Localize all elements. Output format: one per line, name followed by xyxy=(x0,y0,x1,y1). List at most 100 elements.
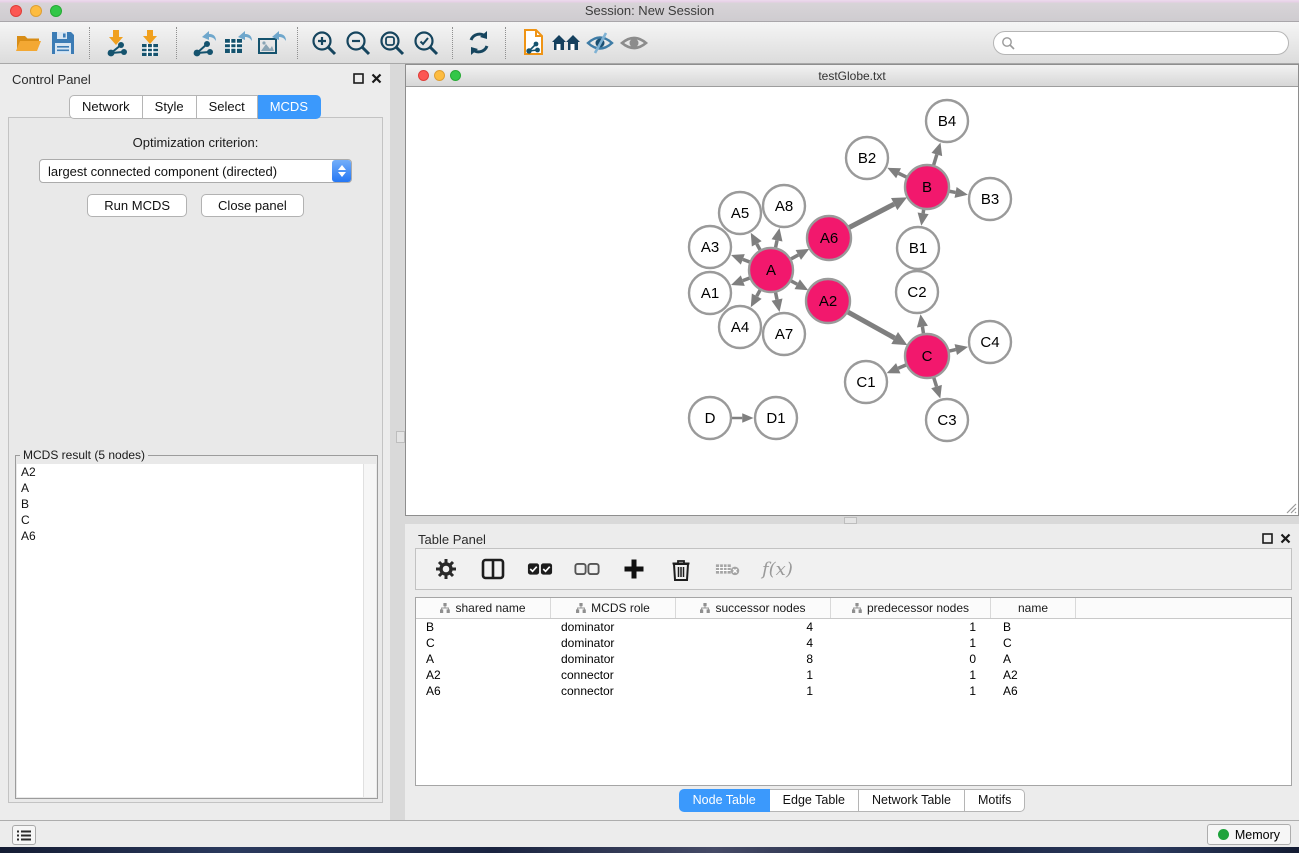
table-cell: 4 xyxy=(676,619,831,635)
result-scrollbar[interactable] xyxy=(363,464,376,797)
table-row[interactable]: Cdominator41C xyxy=(416,635,1291,651)
control-panel-title: Control Panel xyxy=(12,72,91,87)
run-mcds-button[interactable]: Run MCDS xyxy=(87,194,187,217)
mcds-result-title: MCDS result (5 nodes) xyxy=(20,448,148,462)
node-label-A6: A6 xyxy=(820,230,838,247)
export-network-button[interactable] xyxy=(186,27,220,59)
memory-button[interactable]: Memory xyxy=(1207,824,1291,845)
tab-motifs[interactable]: Motifs xyxy=(965,789,1025,812)
search-input[interactable] xyxy=(1019,34,1288,52)
toolbar-separator xyxy=(505,27,506,59)
status-bar: Memory xyxy=(0,820,1299,847)
hide-selected-button[interactable] xyxy=(583,27,617,59)
function-builder-button[interactable]: f(x) xyxy=(762,556,793,582)
save-session-button[interactable] xyxy=(46,27,80,59)
column-header-successor-nodes[interactable]: successor nodes xyxy=(676,598,831,618)
table-cell: dominator xyxy=(551,635,676,651)
open-file-button[interactable] xyxy=(12,27,46,59)
node-label-A3: A3 xyxy=(701,239,719,256)
edge-A6-B[interactable] xyxy=(847,204,894,229)
table-row[interactable]: Adominator80A xyxy=(416,651,1291,667)
node-label-C4: C4 xyxy=(980,334,999,351)
horizontal-splitter-grip[interactable] xyxy=(844,517,857,524)
network-from-selection-button[interactable] xyxy=(515,27,549,59)
delete-columns-button[interactable] xyxy=(668,556,694,582)
optimization-criterion-select[interactable]: largest connected component (directed) xyxy=(39,159,352,183)
node-label-B3: B3 xyxy=(981,191,999,208)
zoom-in-button[interactable] xyxy=(307,27,341,59)
edge-arrowhead xyxy=(772,299,783,312)
column-header-shared-name[interactable]: shared name xyxy=(416,598,551,618)
node-label-A2: A2 xyxy=(819,293,837,310)
result-list-item[interactable]: A xyxy=(17,480,376,496)
zoom-fit-icon xyxy=(378,29,406,57)
table-row[interactable]: Bdominator41B xyxy=(416,619,1291,635)
result-list-item[interactable]: A2 xyxy=(17,464,376,480)
show-all-button[interactable] xyxy=(617,27,651,59)
table-cell: 8 xyxy=(676,651,831,667)
import-network-icon xyxy=(102,29,130,57)
optimization-criterion-label: Optimization criterion: xyxy=(9,135,382,150)
node-label-A5: A5 xyxy=(731,205,749,222)
tab-network-table[interactable]: Network Table xyxy=(859,789,965,812)
close-panel-button[interactable]: Close panel xyxy=(201,194,304,217)
first-neighbors-button[interactable] xyxy=(549,27,583,59)
node-label-B4: B4 xyxy=(938,113,956,130)
node-label-C2: C2 xyxy=(907,284,926,301)
result-list-item[interactable]: C xyxy=(17,512,376,528)
tab-network[interactable]: Network xyxy=(69,95,143,119)
table-row[interactable]: A6connector11A6 xyxy=(416,683,1291,699)
node-label-A8: A8 xyxy=(775,198,793,215)
import-table-button[interactable] xyxy=(133,27,167,59)
edge-A2-C[interactable] xyxy=(845,311,894,338)
column-header-MCDS-role[interactable]: MCDS role xyxy=(551,598,676,618)
float-panel-icon[interactable] xyxy=(353,73,364,84)
export-image-button[interactable] xyxy=(254,27,288,59)
deselect-all-rows-button[interactable] xyxy=(574,556,600,582)
edge-arrowhead xyxy=(742,413,753,422)
toolbar-separator xyxy=(297,27,298,59)
import-network-button[interactable] xyxy=(99,27,133,59)
network-graph[interactable]: B4B2BB3A8A5A6A3B1AA1C2A2A4A7C4CC1DD1C3 xyxy=(406,87,1298,515)
node-label-D: D xyxy=(705,410,716,427)
main-toolbar xyxy=(0,22,1299,64)
network-window-titlebar[interactable]: testGlobe.txt xyxy=(406,65,1298,87)
table-cell: 1 xyxy=(831,635,991,651)
column-header-name[interactable]: name xyxy=(991,598,1076,618)
refresh-button[interactable] xyxy=(462,27,496,59)
export-table-button[interactable] xyxy=(220,27,254,59)
zoom-selected-button[interactable] xyxy=(409,27,443,59)
close-panel-icon[interactable] xyxy=(1280,533,1291,544)
edge-arrowhead xyxy=(772,228,783,241)
select-all-rows-button[interactable] xyxy=(527,556,553,582)
column-visibility-button[interactable] xyxy=(480,556,506,582)
tab-edge-table[interactable]: Edge Table xyxy=(770,789,859,812)
control-panel: Control Panel NetworkStyleSelectMCDS Opt… xyxy=(0,64,390,820)
close-panel-icon[interactable] xyxy=(371,73,382,84)
table-cell: 1 xyxy=(831,683,991,699)
toolbar-search[interactable] xyxy=(993,31,1289,55)
select-stepper-icon xyxy=(332,160,351,182)
column-header-predecessor-nodes[interactable]: predecessor nodes xyxy=(831,598,991,618)
table-row[interactable]: A2connector11A2 xyxy=(416,667,1291,683)
resize-grip-icon[interactable] xyxy=(1283,500,1297,514)
zoom-fit-button[interactable] xyxy=(375,27,409,59)
table-cell: A xyxy=(416,651,551,667)
zoom-out-button[interactable] xyxy=(341,27,375,59)
network-canvas[interactable]: B4B2BB3A8A5A6A3B1AA1C2A2A4A7C4CC1DD1C3 xyxy=(406,87,1298,515)
tab-style[interactable]: Style xyxy=(143,95,197,119)
delete-table-button[interactable] xyxy=(715,556,741,582)
node-label-A1: A1 xyxy=(701,285,719,302)
export-network-icon xyxy=(188,29,218,57)
table-options-button[interactable] xyxy=(433,556,459,582)
tab-select[interactable]: Select xyxy=(197,95,258,119)
tab-node-table[interactable]: Node Table xyxy=(679,789,770,812)
vertical-splitter-grip[interactable] xyxy=(396,431,405,443)
result-list-item[interactable]: B xyxy=(17,496,376,512)
show-panels-button[interactable] xyxy=(12,825,36,845)
float-panel-icon[interactable] xyxy=(1262,533,1273,544)
add-column-button[interactable] xyxy=(621,556,647,582)
tab-mcds[interactable]: MCDS xyxy=(258,95,321,119)
result-list-item[interactable]: A6 xyxy=(17,528,376,544)
table-cell: 0 xyxy=(831,651,991,667)
